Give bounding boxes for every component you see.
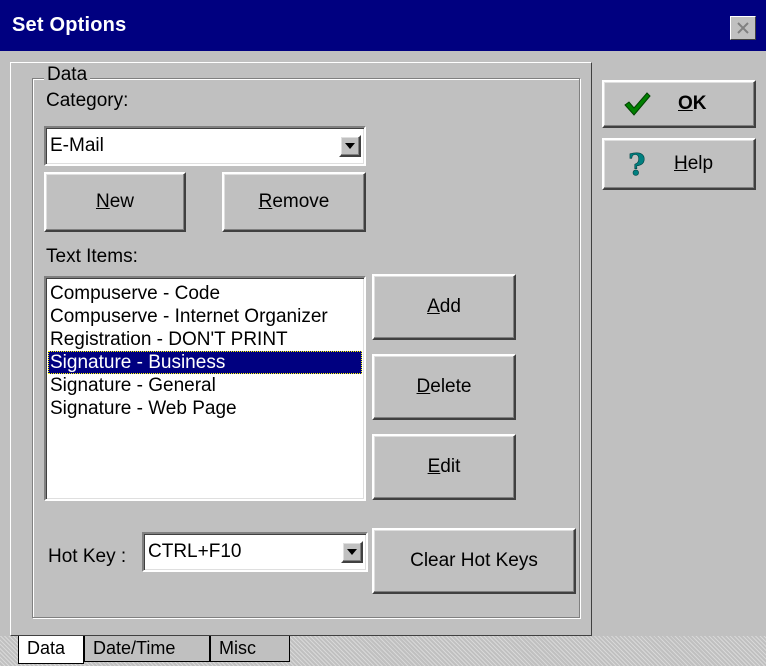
set-options-dialog: Set Options Data Category: E-Mail New Re… (0, 0, 766, 666)
edit-button[interactable]: Edit (372, 434, 516, 500)
checkmark-icon (622, 89, 652, 119)
hot-key-label: Hot Key : (48, 546, 127, 567)
close-icon (737, 22, 749, 34)
category-value: E-Mail (50, 135, 104, 156)
hot-key-dropdown[interactable]: CTRL+F10 (142, 532, 368, 572)
hot-key-dropdown-button[interactable] (341, 541, 363, 563)
dropdown-arrow-icon (345, 143, 355, 149)
delete-button[interactable]: Delete (372, 354, 516, 420)
svg-text:?: ? (628, 149, 646, 179)
title-bar: Set Options (0, 0, 766, 51)
text-items-listbox[interactable]: Compuserve - Code Compuserve - Internet … (44, 276, 366, 501)
category-dropdown-button[interactable] (339, 135, 361, 157)
list-item[interactable]: Signature - Web Page (48, 397, 362, 420)
remove-button[interactable]: Remove (222, 172, 366, 232)
list-item[interactable]: Compuserve - Internet Organizer (48, 305, 362, 328)
clear-hot-keys-button[interactable]: Clear Hot Keys (372, 528, 576, 594)
help-button[interactable]: ? Help (602, 138, 756, 190)
new-button[interactable]: New (44, 172, 186, 232)
question-mark-icon: ? (622, 149, 652, 179)
add-button[interactable]: Add (372, 274, 516, 340)
tab-misc[interactable]: Misc (210, 636, 290, 662)
dropdown-arrow-icon (347, 549, 357, 555)
hot-key-value: CTRL+F10 (148, 541, 242, 562)
tab-date-time[interactable]: Date/Time (84, 636, 210, 662)
window-title: Set Options (12, 14, 127, 36)
close-button[interactable] (730, 16, 756, 40)
text-items-label: Text Items: (46, 246, 138, 267)
list-item[interactable]: Compuserve - Code (48, 282, 362, 305)
ok-button[interactable]: OK (602, 80, 756, 128)
category-label: Category: (46, 90, 129, 111)
tab-data[interactable]: Data (18, 636, 84, 664)
list-item[interactable]: Signature - General (48, 374, 362, 397)
list-item[interactable]: Registration - DON'T PRINT (48, 328, 362, 351)
data-group-label: Data (44, 64, 91, 86)
list-item-selected[interactable]: Signature - Business (48, 351, 362, 374)
category-dropdown[interactable]: E-Mail (44, 126, 366, 166)
